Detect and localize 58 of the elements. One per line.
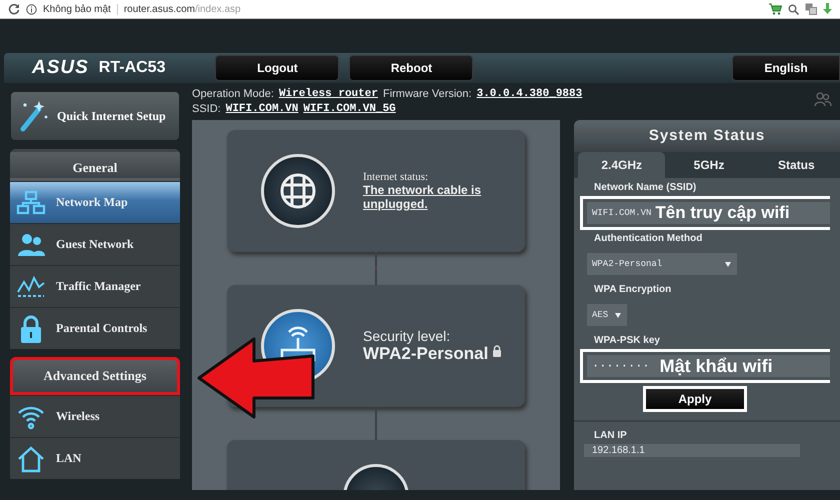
apply-button[interactable]: Apply [643, 386, 747, 412]
house-icon [16, 444, 46, 472]
sidebar-item[interactable]: Network Map [10, 181, 180, 223]
field-label: WPA Encryption [594, 284, 672, 295]
translate-icon[interactable] [805, 3, 817, 15]
section-title: General [10, 149, 180, 181]
field-label: Network Name (SSID) [594, 182, 698, 193]
info-icon[interactable] [26, 4, 37, 14]
map-node-card[interactable] [227, 440, 525, 490]
language-button[interactable]: English [732, 55, 840, 81]
url-text: router.asus.com/index.asp [124, 4, 241, 14]
section-title: Advanced Settings [10, 357, 180, 395]
caret-icon [725, 262, 731, 266]
operation-mode-link[interactable]: Wireless router [278, 88, 378, 100]
quick-setup-button[interactable]: Quick Internet Setup [10, 91, 180, 141]
map-node-card[interactable]: Internet status: The network cable is unplugged. [227, 130, 525, 252]
caret-icon [615, 312, 621, 318]
band-tab[interactable]: 5GHz [665, 152, 753, 178]
ssid-link[interactable]: WIFI.COM.VN [226, 102, 298, 114]
input-field[interactable]: ········ Mật khẩu wifi [587, 355, 830, 377]
dropdown[interactable]: AES [587, 304, 627, 326]
field-label: WPA-PSK key [594, 335, 661, 346]
ip-field: 192.168.1.1 [584, 444, 800, 457]
field-label: LAN IP [594, 430, 628, 441]
network-icon [16, 190, 46, 216]
band-tab[interactable]: 2.4GHz [578, 152, 666, 178]
download-icon[interactable] [823, 3, 832, 15]
node-label: Internet status: [363, 171, 430, 183]
sidebar-item[interactable]: Wireless [10, 395, 180, 437]
security-label: Không bảo mật [43, 4, 118, 14]
firmware-label: Firmware Version: [382, 88, 472, 100]
header-button[interactable]: Logout [215, 55, 340, 81]
ssid-label: SSID: [192, 102, 221, 114]
input-field[interactable]: WIFI.COM.VN Tên truy cập wifi [587, 202, 830, 224]
chart-icon [16, 274, 46, 300]
node-label: Security level: [363, 328, 452, 344]
cart-icon[interactable] [768, 3, 782, 15]
users-icon [16, 232, 46, 258]
zoom-icon[interactable] [788, 4, 799, 14]
address-bar[interactable]: Không bảo mật router.asus.com/index.asp [0, 0, 840, 19]
operation-mode-label: Operation Mode: [192, 88, 274, 100]
sidebar-item[interactable]: Guest Network [10, 223, 180, 265]
firmware-link[interactable]: 3.0.0.4.380_9883 [476, 88, 582, 100]
model-name: RT-AC53 [98, 59, 166, 77]
reload-icon[interactable] [8, 3, 20, 15]
users-icon[interactable] [814, 91, 832, 107]
band-tab[interactable]: Status [752, 152, 840, 178]
sidebar-item[interactable]: LAN [10, 437, 180, 479]
brand-logo: ASUS [32, 57, 89, 79]
header-button[interactable]: Reboot [349, 55, 474, 81]
sidebar-item[interactable]: Parental Controls [10, 307, 180, 349]
node-value[interactable]: The network cable is unplugged. [363, 183, 493, 211]
ssid-link[interactable]: WIFI.COM.VN_5G [303, 102, 396, 114]
node-value: WPA2-Personal [363, 344, 502, 364]
sidebar-item[interactable]: Traffic Manager [10, 265, 180, 307]
dropdown[interactable]: WPA2-Personal [587, 253, 737, 275]
panel-title: System Status [574, 120, 840, 152]
field-label: Authentication Method [594, 233, 704, 244]
